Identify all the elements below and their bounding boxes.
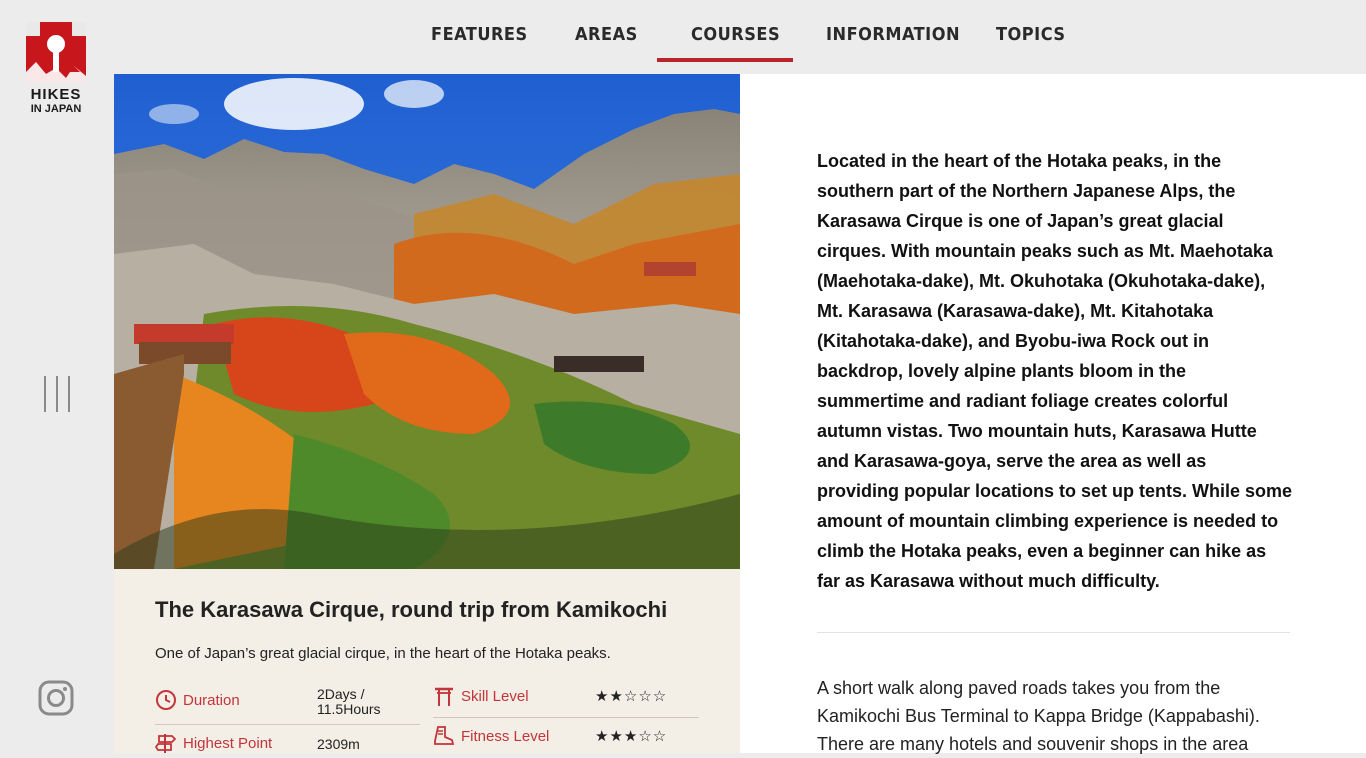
course-description: Located in the heart of the Hotaka peaks… <box>817 151 1293 591</box>
logo-mark-icon <box>26 22 86 82</box>
stat-divider <box>155 724 420 725</box>
nav-areas[interactable]: AREAS <box>575 24 638 45</box>
course-card: The Karasawa Cirque, round trip from Kam… <box>114 569 740 753</box>
clock-icon <box>156 690 176 710</box>
fitness-level-label: Fitness Level <box>461 727 550 745</box>
stat-divider <box>433 717 699 718</box>
top-navigation: FEATURES AREAS COURSES INFORMATION TOPIC… <box>114 0 1366 74</box>
hero-photo <box>114 74 740 569</box>
logo-text: HIKES IN JAPAN <box>26 86 86 116</box>
menu-bar <box>44 376 46 412</box>
logo-name: HIKES <box>30 86 82 103</box>
boot-icon <box>434 726 455 745</box>
menu-bar <box>68 376 70 412</box>
instagram-icon[interactable] <box>38 680 74 716</box>
course-subtitle: One of Japan’s great glacial cirque, in … <box>155 645 611 662</box>
stat-skill-level: Skill Level <box>433 685 529 707</box>
nav-features[interactable]: FEATURES <box>431 24 528 45</box>
duration-value-line2: 11.5Hours <box>317 701 381 717</box>
course-title: The Karasawa Cirque, round trip from Kam… <box>155 597 668 622</box>
course-route-text: A short walk along paved roads takes you… <box>817 678 1260 754</box>
nav-topics[interactable]: TOPICS <box>996 24 1066 45</box>
stat-fitness-level: Fitness Level <box>433 725 549 747</box>
fitness-level-stars: ★★★☆☆ <box>595 727 668 745</box>
stat-highest-point: Highest Point <box>155 732 272 753</box>
nav-information[interactable]: INFORMATION <box>826 24 960 45</box>
duration-label: Duration <box>183 691 240 709</box>
highest-point-value: 2309m <box>317 736 360 752</box>
nav-active-indicator <box>657 58 793 62</box>
stat-duration: Duration <box>155 689 240 711</box>
course-description-panel: Located in the heart of the Hotaka peaks… <box>740 74 1366 754</box>
skill-level-label: Skill Level <box>461 687 529 705</box>
duration-value: 2Days / 11.5Hours <box>317 687 381 717</box>
skill-level-stars: ★★☆☆☆ <box>595 687 668 705</box>
menu-bar <box>56 376 58 412</box>
torii-gate-icon <box>435 687 453 706</box>
site-logo[interactable]: HIKES IN JAPAN <box>26 22 86 116</box>
highest-point-label: Highest Point <box>183 734 273 752</box>
duration-value-line1: 2Days / <box>317 686 365 702</box>
logo-sub: IN JAPAN <box>30 103 82 115</box>
menu-bars-icon[interactable] <box>44 376 70 414</box>
sidebar: HIKES IN JAPAN <box>0 0 114 753</box>
section-divider <box>817 632 1290 633</box>
nav-courses[interactable]: COURSES <box>691 24 780 45</box>
signpost-icon <box>155 734 177 753</box>
